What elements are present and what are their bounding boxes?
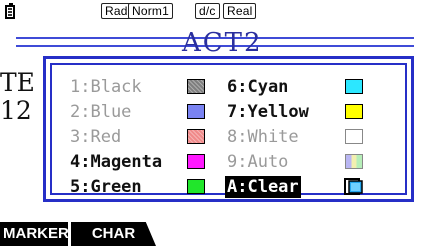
background-text-line-2: 12 xyxy=(0,96,32,125)
f2-char-key[interactable]: CHAR xyxy=(71,222,156,246)
color-palette-frame: 1:Black 2:Blue 3:Red 4:Magenta 5:Green 6… xyxy=(50,63,407,198)
palette-item-white: 8:White xyxy=(227,127,299,147)
palette-item-green[interactable]: 5:Green xyxy=(70,176,142,198)
yellow-swatch xyxy=(345,104,363,119)
screen-title: ACT2 xyxy=(182,28,263,58)
palette-item-yellow[interactable]: 7:Yellow xyxy=(227,101,309,123)
complex-mode-badge: Real xyxy=(223,3,257,19)
white-swatch xyxy=(345,129,363,144)
green-swatch xyxy=(187,179,205,194)
cyan-swatch xyxy=(345,79,363,94)
f1-marker-key[interactable]: MARKER xyxy=(0,222,69,246)
auto-swatch xyxy=(345,154,363,169)
palette-item-clear[interactable]: A:Clear xyxy=(225,176,301,198)
red-swatch xyxy=(187,129,205,144)
blue-swatch xyxy=(187,104,205,119)
palette-item-red: 3:Red xyxy=(70,127,122,147)
magenta-swatch xyxy=(187,154,205,169)
status-bar: Rad Norm1 d/c Real xyxy=(0,0,425,24)
fraction-mode-badge: d/c xyxy=(195,3,220,19)
black-swatch xyxy=(187,79,205,94)
palette-item-blue: 2:Blue xyxy=(70,102,132,122)
clear-icon xyxy=(344,178,366,196)
palette-item-auto: 9:Auto xyxy=(227,152,289,172)
palette-item-black: 1:Black xyxy=(70,77,142,97)
battery-icon xyxy=(5,3,15,19)
palette-item-magenta[interactable]: 4:Magenta xyxy=(70,151,162,173)
background-text-line-1: TE xyxy=(0,68,35,97)
display-mode-badge: Norm1 xyxy=(128,3,174,19)
color-palette-popup: 1:Black 2:Blue 3:Red 4:Magenta 5:Green 6… xyxy=(43,56,414,202)
palette-item-cyan[interactable]: 6:Cyan xyxy=(227,76,288,98)
